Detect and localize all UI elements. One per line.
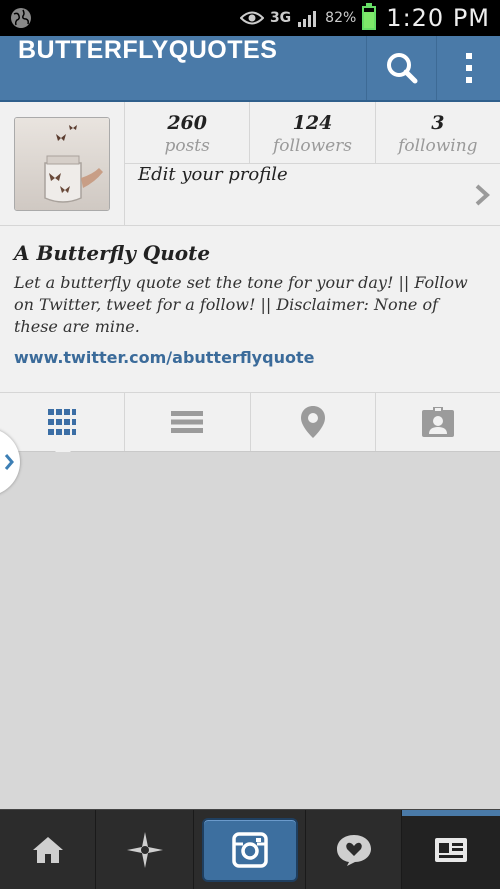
view-tabs	[0, 392, 500, 452]
stat-posts[interactable]: 260 posts	[125, 102, 251, 163]
tab-tagged-photos[interactable]	[376, 393, 500, 451]
bottom-navigation	[0, 809, 500, 889]
app-header: BUTTERFLYQUOTES	[0, 36, 500, 102]
following-label: following	[398, 136, 478, 156]
home-icon	[32, 837, 63, 863]
edit-profile-label: Edit your profile	[138, 164, 288, 185]
activity-heart-bubble-icon	[336, 835, 371, 866]
globe-icon	[11, 8, 31, 28]
stat-following[interactable]: 3 following	[376, 102, 500, 163]
chevron-right-icon	[4, 454, 14, 470]
nav-explore-button[interactable]	[96, 810, 194, 889]
avatar[interactable]	[14, 117, 110, 211]
followers-label: followers	[272, 136, 353, 156]
search-button[interactable]	[366, 36, 436, 100]
butterfly-jar-photo	[15, 118, 109, 210]
following-count: 3	[431, 112, 445, 134]
nav-camera-button[interactable]	[194, 810, 306, 889]
followers-count: 124	[292, 112, 333, 134]
avatar-container	[0, 102, 125, 226]
overflow-menu-button[interactable]	[436, 36, 500, 100]
signal-icon	[298, 11, 317, 27]
profile-name: A Butterfly Quote	[14, 241, 211, 265]
battery-percent: 82%	[325, 10, 357, 26]
tab-grid-view[interactable]	[0, 393, 126, 451]
grid-view-icon	[48, 409, 77, 435]
nav-home-button[interactable]	[0, 810, 96, 889]
tab-map-view[interactable]	[251, 393, 376, 451]
network-type: 3G	[269, 10, 292, 26]
tagged-photos-icon	[421, 407, 454, 437]
search-icon	[386, 53, 417, 84]
overflow-menu-icon	[465, 53, 472, 83]
camera-button-frame	[201, 818, 298, 882]
nav-profile-button[interactable]	[402, 810, 500, 889]
battery-icon	[362, 3, 377, 30]
profile-section: 260 posts 124 followers 3 following Edit…	[0, 102, 500, 392]
explore-star-icon	[126, 832, 163, 868]
bio-block: A Butterfly Quote Let a butterfly quote …	[14, 238, 484, 370]
profile-link[interactable]: www.twitter.com/abutterflyquote	[14, 346, 484, 370]
clock: 1:20 PM	[386, 4, 490, 32]
edit-profile-button[interactable]: Edit your profile	[125, 164, 500, 226]
posts-label: posts	[164, 136, 210, 156]
chevron-right-icon	[475, 184, 490, 206]
list-view-icon	[171, 411, 204, 433]
map-pin-icon	[300, 406, 325, 438]
page-title: BUTTERFLYQUOTES	[18, 36, 278, 64]
camera-icon	[231, 832, 268, 868]
profile-card-icon	[435, 838, 467, 862]
bio-text: Let a butterfly quote set the tone for y…	[14, 273, 468, 336]
eye-icon	[239, 11, 264, 25]
tab-list-view[interactable]	[125, 393, 251, 451]
photo-grid-area	[0, 452, 500, 809]
status-bar: 3G 82% 1:20 PM	[0, 0, 500, 36]
nav-activity-button[interactable]	[306, 810, 402, 889]
stats-row: 260 posts 124 followers 3 following	[125, 102, 500, 164]
stat-followers[interactable]: 124 followers	[250, 102, 376, 163]
posts-count: 260	[167, 112, 207, 134]
